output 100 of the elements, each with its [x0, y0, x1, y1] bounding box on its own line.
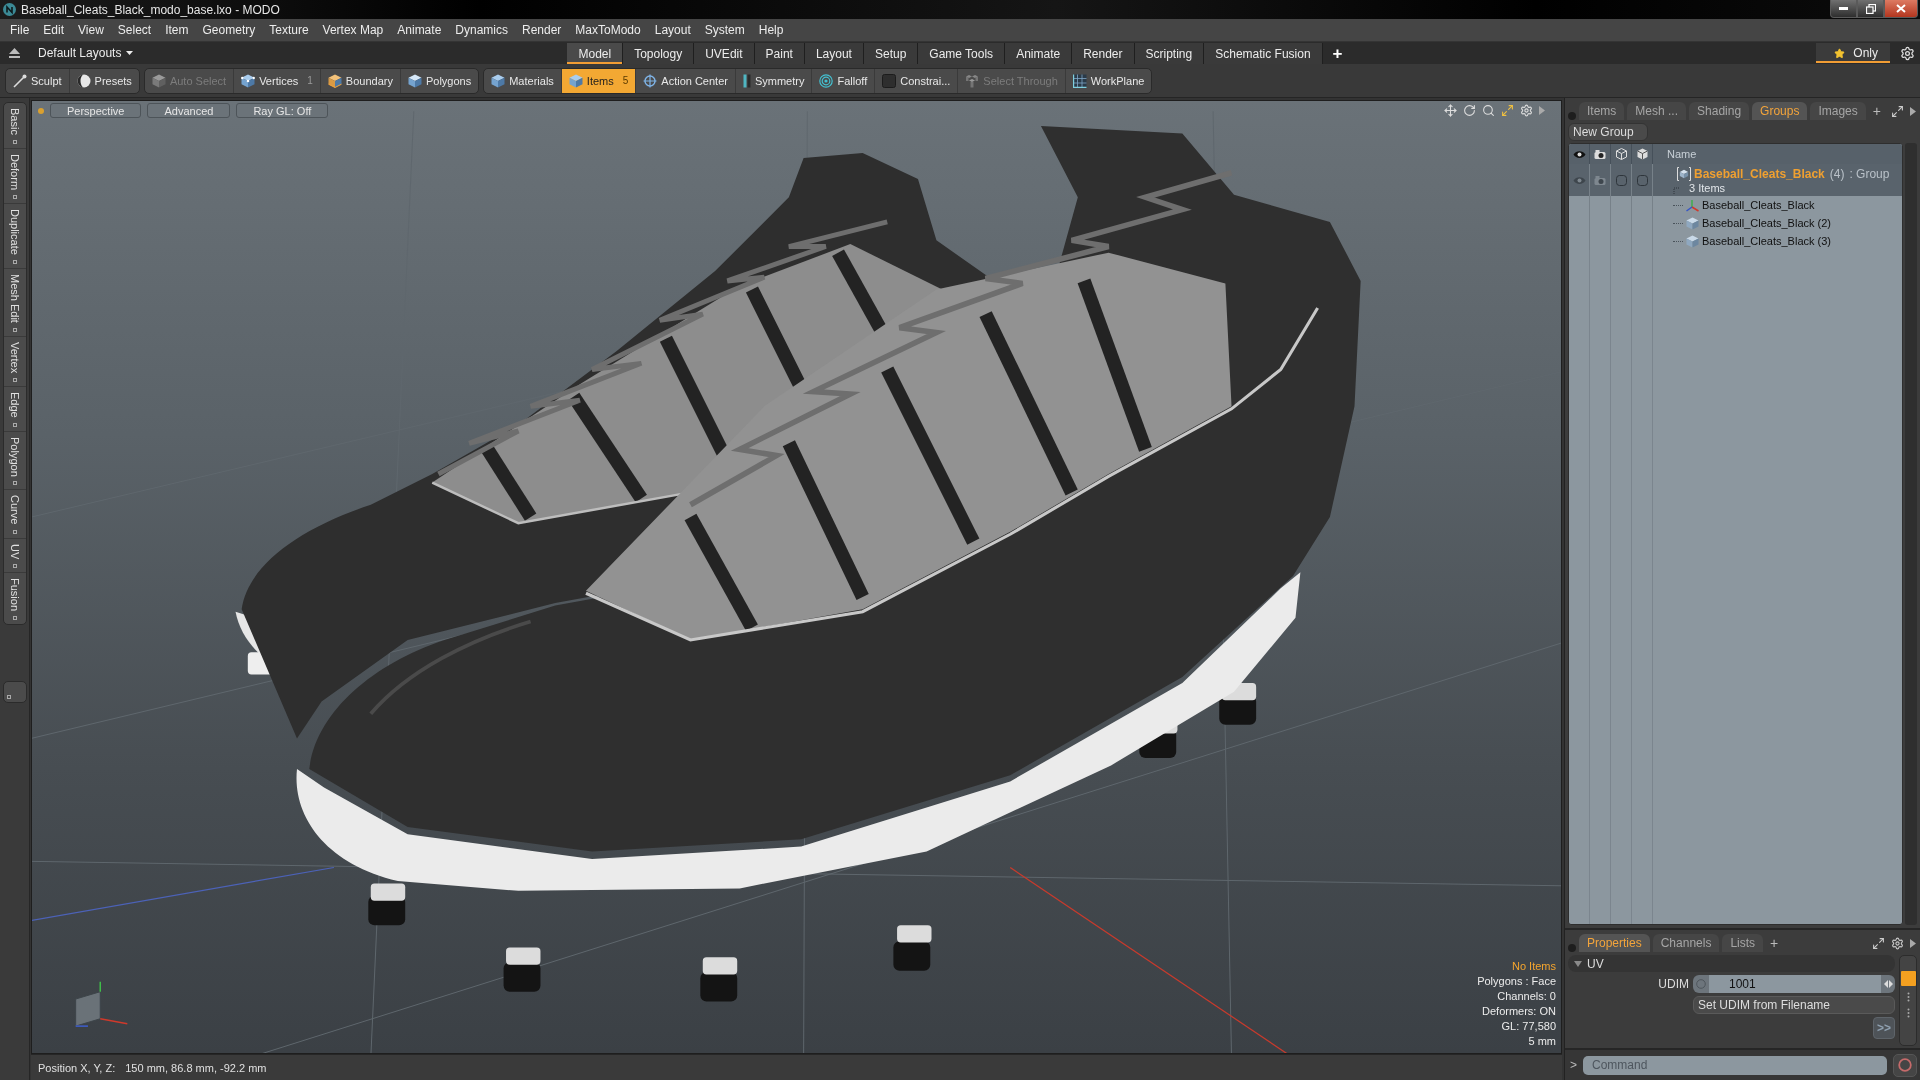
- expand-icon[interactable]: [1872, 936, 1885, 950]
- tool-button[interactable]: Presets: [69, 68, 139, 93]
- menu-item[interactable]: Layout: [647, 19, 698, 41]
- settings-icon[interactable]: [1891, 936, 1904, 950]
- camera-icon[interactable]: [1594, 175, 1606, 185]
- collapse-arrow-icon[interactable]: [9, 48, 20, 58]
- side-tab[interactable]: UV: [4, 538, 26, 574]
- menu-item[interactable]: MaxToModo: [568, 19, 648, 41]
- item-row[interactable]: Baseball_Cleats_Black (2): [1569, 214, 1902, 232]
- record-button[interactable]: [1893, 1053, 1917, 1077]
- udim-field[interactable]: 1001: [1709, 975, 1881, 993]
- tool-button[interactable]: Constrai...: [875, 68, 959, 93]
- minimize-button[interactable]: [1830, 0, 1857, 18]
- side-tab[interactable]: Basic: [4, 103, 26, 149]
- fit-icon[interactable]: [1501, 104, 1514, 117]
- layout-tab[interactable]: Model: [567, 43, 624, 64]
- panel-tab[interactable]: Images: [1810, 102, 1866, 120]
- toggle-box-icon[interactable]: [1615, 174, 1627, 186]
- side-tab[interactable]: Deform: [4, 148, 26, 204]
- maximize-button[interactable]: [1857, 0, 1884, 18]
- layout-tab[interactable]: Paint: [754, 43, 805, 64]
- menu-item[interactable]: Select: [110, 19, 159, 41]
- layout-tab[interactable]: Game Tools: [918, 43, 1006, 64]
- menu-item[interactable]: View: [71, 19, 111, 41]
- scrollbar[interactable]: [1899, 955, 1917, 1046]
- panel-tab[interactable]: Properties: [1579, 934, 1650, 952]
- tool-button[interactable]: Action Center: [636, 68, 736, 93]
- side-tab[interactable]: Fusion: [4, 573, 26, 625]
- viewport-button[interactable]: Advanced: [147, 103, 231, 118]
- set-udim-button[interactable]: Set UDIM from Filename: [1693, 996, 1895, 1014]
- panel-tab[interactable]: Mesh ...: [1627, 102, 1687, 120]
- menu-item[interactable]: Edit: [36, 19, 72, 41]
- layout-tab[interactable]: Layout: [804, 43, 864, 64]
- side-tab[interactable]: Polygon: [4, 431, 26, 491]
- layout-tab[interactable]: Render: [1072, 43, 1135, 64]
- add-tab-button[interactable]: +: [1322, 43, 1353, 64]
- viewport-button[interactable]: Perspective: [50, 103, 142, 118]
- tool-button[interactable]: Items 5: [561, 68, 637, 93]
- item-row[interactable]: Baseball_Cleats_Black (3): [1569, 232, 1902, 250]
- side-tab[interactable]: Mesh Edit: [4, 268, 26, 337]
- new-group-button[interactable]: New Group: [1568, 123, 1648, 141]
- layout-tab[interactable]: Animate: [1005, 43, 1073, 64]
- menu-item[interactable]: Vertex Map: [315, 19, 391, 41]
- scroll-thumb[interactable]: [1900, 971, 1916, 986]
- triangle-icon[interactable]: [1539, 106, 1545, 115]
- add-tab-button[interactable]: +: [1868, 102, 1885, 120]
- item-row[interactable]: Baseball_Cleats_Black: [1569, 196, 1902, 214]
- panel-tab[interactable]: Lists: [1722, 934, 1764, 952]
- tool-button[interactable]: Materials: [484, 68, 562, 93]
- toggle-box-icon[interactable]: [1636, 174, 1648, 186]
- move-icon[interactable]: [1444, 104, 1457, 117]
- command-field[interactable]: Command: [1583, 1055, 1887, 1075]
- menu-item[interactable]: File: [3, 19, 37, 41]
- menu-item[interactable]: Render: [515, 19, 569, 41]
- slider-arrows-button[interactable]: [1881, 975, 1895, 993]
- close-button[interactable]: [1884, 0, 1918, 18]
- tool-button[interactable]: Boundary: [320, 68, 401, 93]
- menu-item[interactable]: Dynamics: [448, 19, 515, 41]
- menu-item[interactable]: Texture: [262, 19, 316, 41]
- panel-tab[interactable]: Items: [1579, 102, 1625, 120]
- triangle-icon[interactable]: [1910, 106, 1916, 116]
- layout-tab[interactable]: Schematic Fusion: [1204, 43, 1323, 64]
- tool-button[interactable]: Polygons: [400, 68, 479, 93]
- tool-button[interactable]: Sculpt: [6, 68, 70, 93]
- tool-button[interactable]: WorkPlane: [1065, 68, 1152, 93]
- menu-item[interactable]: Geometry: [195, 19, 263, 41]
- layouts-dropdown[interactable]: Default Layouts: [38, 46, 134, 60]
- zoom-icon[interactable]: [1482, 104, 1495, 117]
- viewport-button[interactable]: Ray GL: Off: [236, 103, 329, 118]
- tool-button[interactable]: Falloff: [812, 68, 876, 93]
- panel-tab[interactable]: Channels: [1652, 934, 1720, 952]
- layout-tab[interactable]: UVEdit: [694, 43, 755, 64]
- viewport[interactable]: Perspective Advanced Ray GL: Off No Items Polygons : Face Channels: 0 Deformers: ON GL: 77,580 5 mm: [31, 100, 1562, 1054]
- menu-item[interactable]: Animate: [390, 19, 449, 41]
- side-extra-button[interactable]: [3, 681, 27, 704]
- only-button[interactable]: Only: [1816, 43, 1890, 63]
- eye-icon[interactable]: [1572, 175, 1586, 185]
- side-tab[interactable]: Curve: [4, 490, 26, 539]
- add-tab-button[interactable]: +: [1766, 934, 1783, 952]
- keyframe-button[interactable]: [1693, 975, 1709, 993]
- layout-tab[interactable]: Scripting: [1134, 43, 1205, 64]
- menu-item[interactable]: Help: [751, 19, 791, 41]
- panel-tab[interactable]: Shading: [1689, 102, 1750, 120]
- tool-button[interactable]: Vertices 1: [234, 68, 321, 93]
- panel-tab[interactable]: Groups: [1752, 102, 1808, 120]
- side-tab[interactable]: Vertex: [4, 336, 26, 387]
- settings-icon[interactable]: [1900, 45, 1915, 61]
- layout-tab[interactable]: Topology: [623, 43, 695, 64]
- menu-item[interactable]: Item: [158, 19, 196, 41]
- group-row[interactable]: Baseball_Cleats_Black (4) : Group 3 Items: [1569, 164, 1902, 196]
- rotate-icon[interactable]: [1463, 104, 1476, 117]
- triangle-icon[interactable]: [1910, 938, 1916, 948]
- section-header[interactable]: UV: [1568, 955, 1895, 972]
- layout-tab[interactable]: Setup: [863, 43, 919, 64]
- collapse-triangle-icon[interactable]: [1574, 959, 1582, 968]
- side-tab[interactable]: Duplicate: [4, 203, 26, 269]
- tool-button[interactable]: Symmetry: [735, 68, 813, 93]
- menu-item[interactable]: System: [697, 19, 752, 41]
- expand-icon[interactable]: [1891, 104, 1904, 118]
- side-tab[interactable]: Edge: [4, 386, 26, 432]
